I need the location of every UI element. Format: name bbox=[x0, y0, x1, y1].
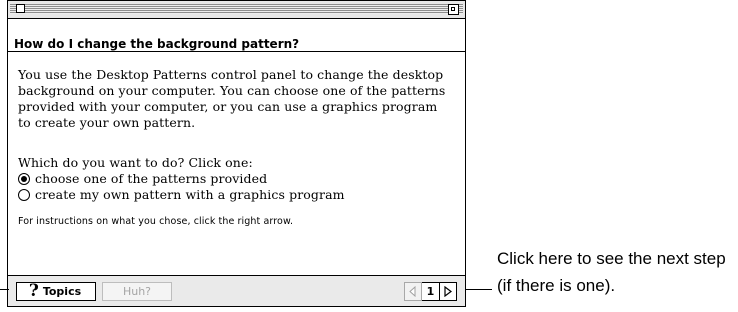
zoom-box-icon[interactable] bbox=[448, 4, 459, 15]
close-box-icon[interactable] bbox=[16, 4, 25, 13]
title-bar-stripes bbox=[10, 4, 463, 14]
option-create-pattern[interactable]: create my own pattern with a graphics pr… bbox=[18, 187, 455, 203]
page-navigator: 1 bbox=[404, 282, 457, 301]
page-number: 1 bbox=[422, 282, 439, 301]
question-mark-icon: ? bbox=[28, 281, 39, 301]
guide-window: How do I change the background pattern? … bbox=[7, 0, 466, 307]
question-heading: How do I change the background pattern? bbox=[8, 19, 465, 52]
choice-prompt: Which do you want to do? Click one: bbox=[18, 155, 253, 170]
radio-unselected-icon[interactable] bbox=[18, 189, 30, 201]
explanation-paragraph: You use the Desktop Patterns control pan… bbox=[18, 67, 446, 130]
radio-selected-icon[interactable] bbox=[18, 173, 30, 185]
topics-label: Topics bbox=[42, 285, 82, 298]
next-arrow-button[interactable] bbox=[439, 282, 457, 301]
option-label: choose one of the patterns provided bbox=[35, 171, 268, 186]
callout-text: Click here to see the next step (if ther… bbox=[497, 249, 726, 295]
option-choose-pattern[interactable]: choose one of the patterns provided bbox=[18, 171, 455, 187]
title-bar[interactable] bbox=[8, 1, 465, 19]
topics-button[interactable]: ? Topics bbox=[16, 282, 96, 301]
topics-callout-line bbox=[0, 289, 9, 290]
next-arrow-callout-line bbox=[466, 289, 492, 290]
huh-button[interactable]: Huh? bbox=[102, 282, 172, 301]
instructions-text: For instructions on what you chose, clic… bbox=[18, 216, 294, 227]
previous-arrow-button[interactable] bbox=[404, 282, 422, 301]
bottom-bar: ? Topics Huh? 1 bbox=[8, 275, 465, 306]
help-content: You use the Desktop Patterns control pan… bbox=[8, 53, 465, 275]
option-label: create my own pattern with a graphics pr… bbox=[35, 187, 345, 202]
huh-label: Huh? bbox=[122, 285, 152, 298]
